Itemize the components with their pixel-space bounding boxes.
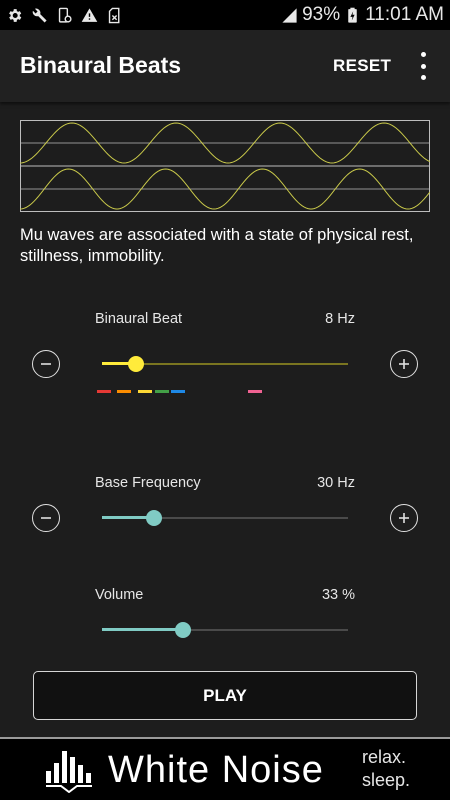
binaural-beat-label: Binaural Beat xyxy=(95,311,183,327)
band-mark-theta xyxy=(117,390,131,393)
binaural-beat-value: 8 Hz xyxy=(325,311,355,327)
base-frequency-label: Base Frequency xyxy=(95,475,201,491)
battery-icon xyxy=(344,7,361,24)
slider-fill xyxy=(102,628,184,631)
band-mark-mu xyxy=(155,390,169,393)
footer-banner[interactable]: White Noise relax. sleep. xyxy=(0,737,450,800)
band-mark-alpha xyxy=(138,390,152,393)
minus-icon xyxy=(41,517,51,519)
binaural-beat-decrease-button[interactable] xyxy=(32,350,60,378)
phone-settings-icon xyxy=(56,7,73,24)
slider-thumb[interactable] xyxy=(145,510,162,526)
settings-icon xyxy=(6,7,23,24)
play-button[interactable]: PLAY xyxy=(33,671,417,720)
base-frequency-value: 30 Hz xyxy=(317,475,355,491)
equalizer-logo-icon xyxy=(46,751,92,793)
base-frequency-increase-button[interactable] xyxy=(390,504,418,532)
signal-icon xyxy=(281,7,298,24)
footer-tagline-2: sleep. xyxy=(362,770,411,790)
binaural-beat-increase-button[interactable] xyxy=(390,350,418,378)
plus-icon xyxy=(399,359,409,369)
status-icons-left xyxy=(6,7,123,24)
slider-thumb[interactable] xyxy=(175,622,192,638)
band-mark-beta xyxy=(171,390,185,393)
status-bar: 93% 11:01 AM xyxy=(0,0,450,30)
more-vert-icon[interactable] xyxy=(412,52,434,80)
minus-icon xyxy=(41,363,51,365)
base-frequency-decrease-button[interactable] xyxy=(32,504,60,532)
base-frequency-slider[interactable] xyxy=(102,508,348,528)
warning-icon xyxy=(81,7,98,24)
app-bar: Binaural Beats RESET xyxy=(0,30,450,102)
clock: 11:01 AM xyxy=(365,4,444,25)
volume-value: 33 % xyxy=(321,587,355,603)
band-mark-gamma xyxy=(248,390,262,393)
volume-slider[interactable] xyxy=(102,620,348,640)
footer-brand: White Noise xyxy=(108,749,324,791)
footer-tagline-1: relax. xyxy=(362,747,407,767)
frequency-band-marks xyxy=(97,390,357,394)
waveform-display xyxy=(20,120,430,212)
wrench-icon xyxy=(31,7,48,24)
wave-description: Mu waves are associated with a state of … xyxy=(20,226,414,265)
volume-label: Volume xyxy=(95,587,144,603)
binaural-beat-slider[interactable] xyxy=(102,354,348,374)
sd-card-icon xyxy=(106,7,123,24)
status-icons-right: 93% 11:01 AM xyxy=(281,4,444,26)
slider-thumb[interactable] xyxy=(128,356,145,372)
battery-percent: 93% xyxy=(302,4,341,25)
reset-button[interactable]: RESET xyxy=(333,56,391,76)
plus-icon xyxy=(399,513,409,523)
band-mark-delta xyxy=(97,390,111,393)
page-title: Binaural Beats xyxy=(20,52,182,78)
